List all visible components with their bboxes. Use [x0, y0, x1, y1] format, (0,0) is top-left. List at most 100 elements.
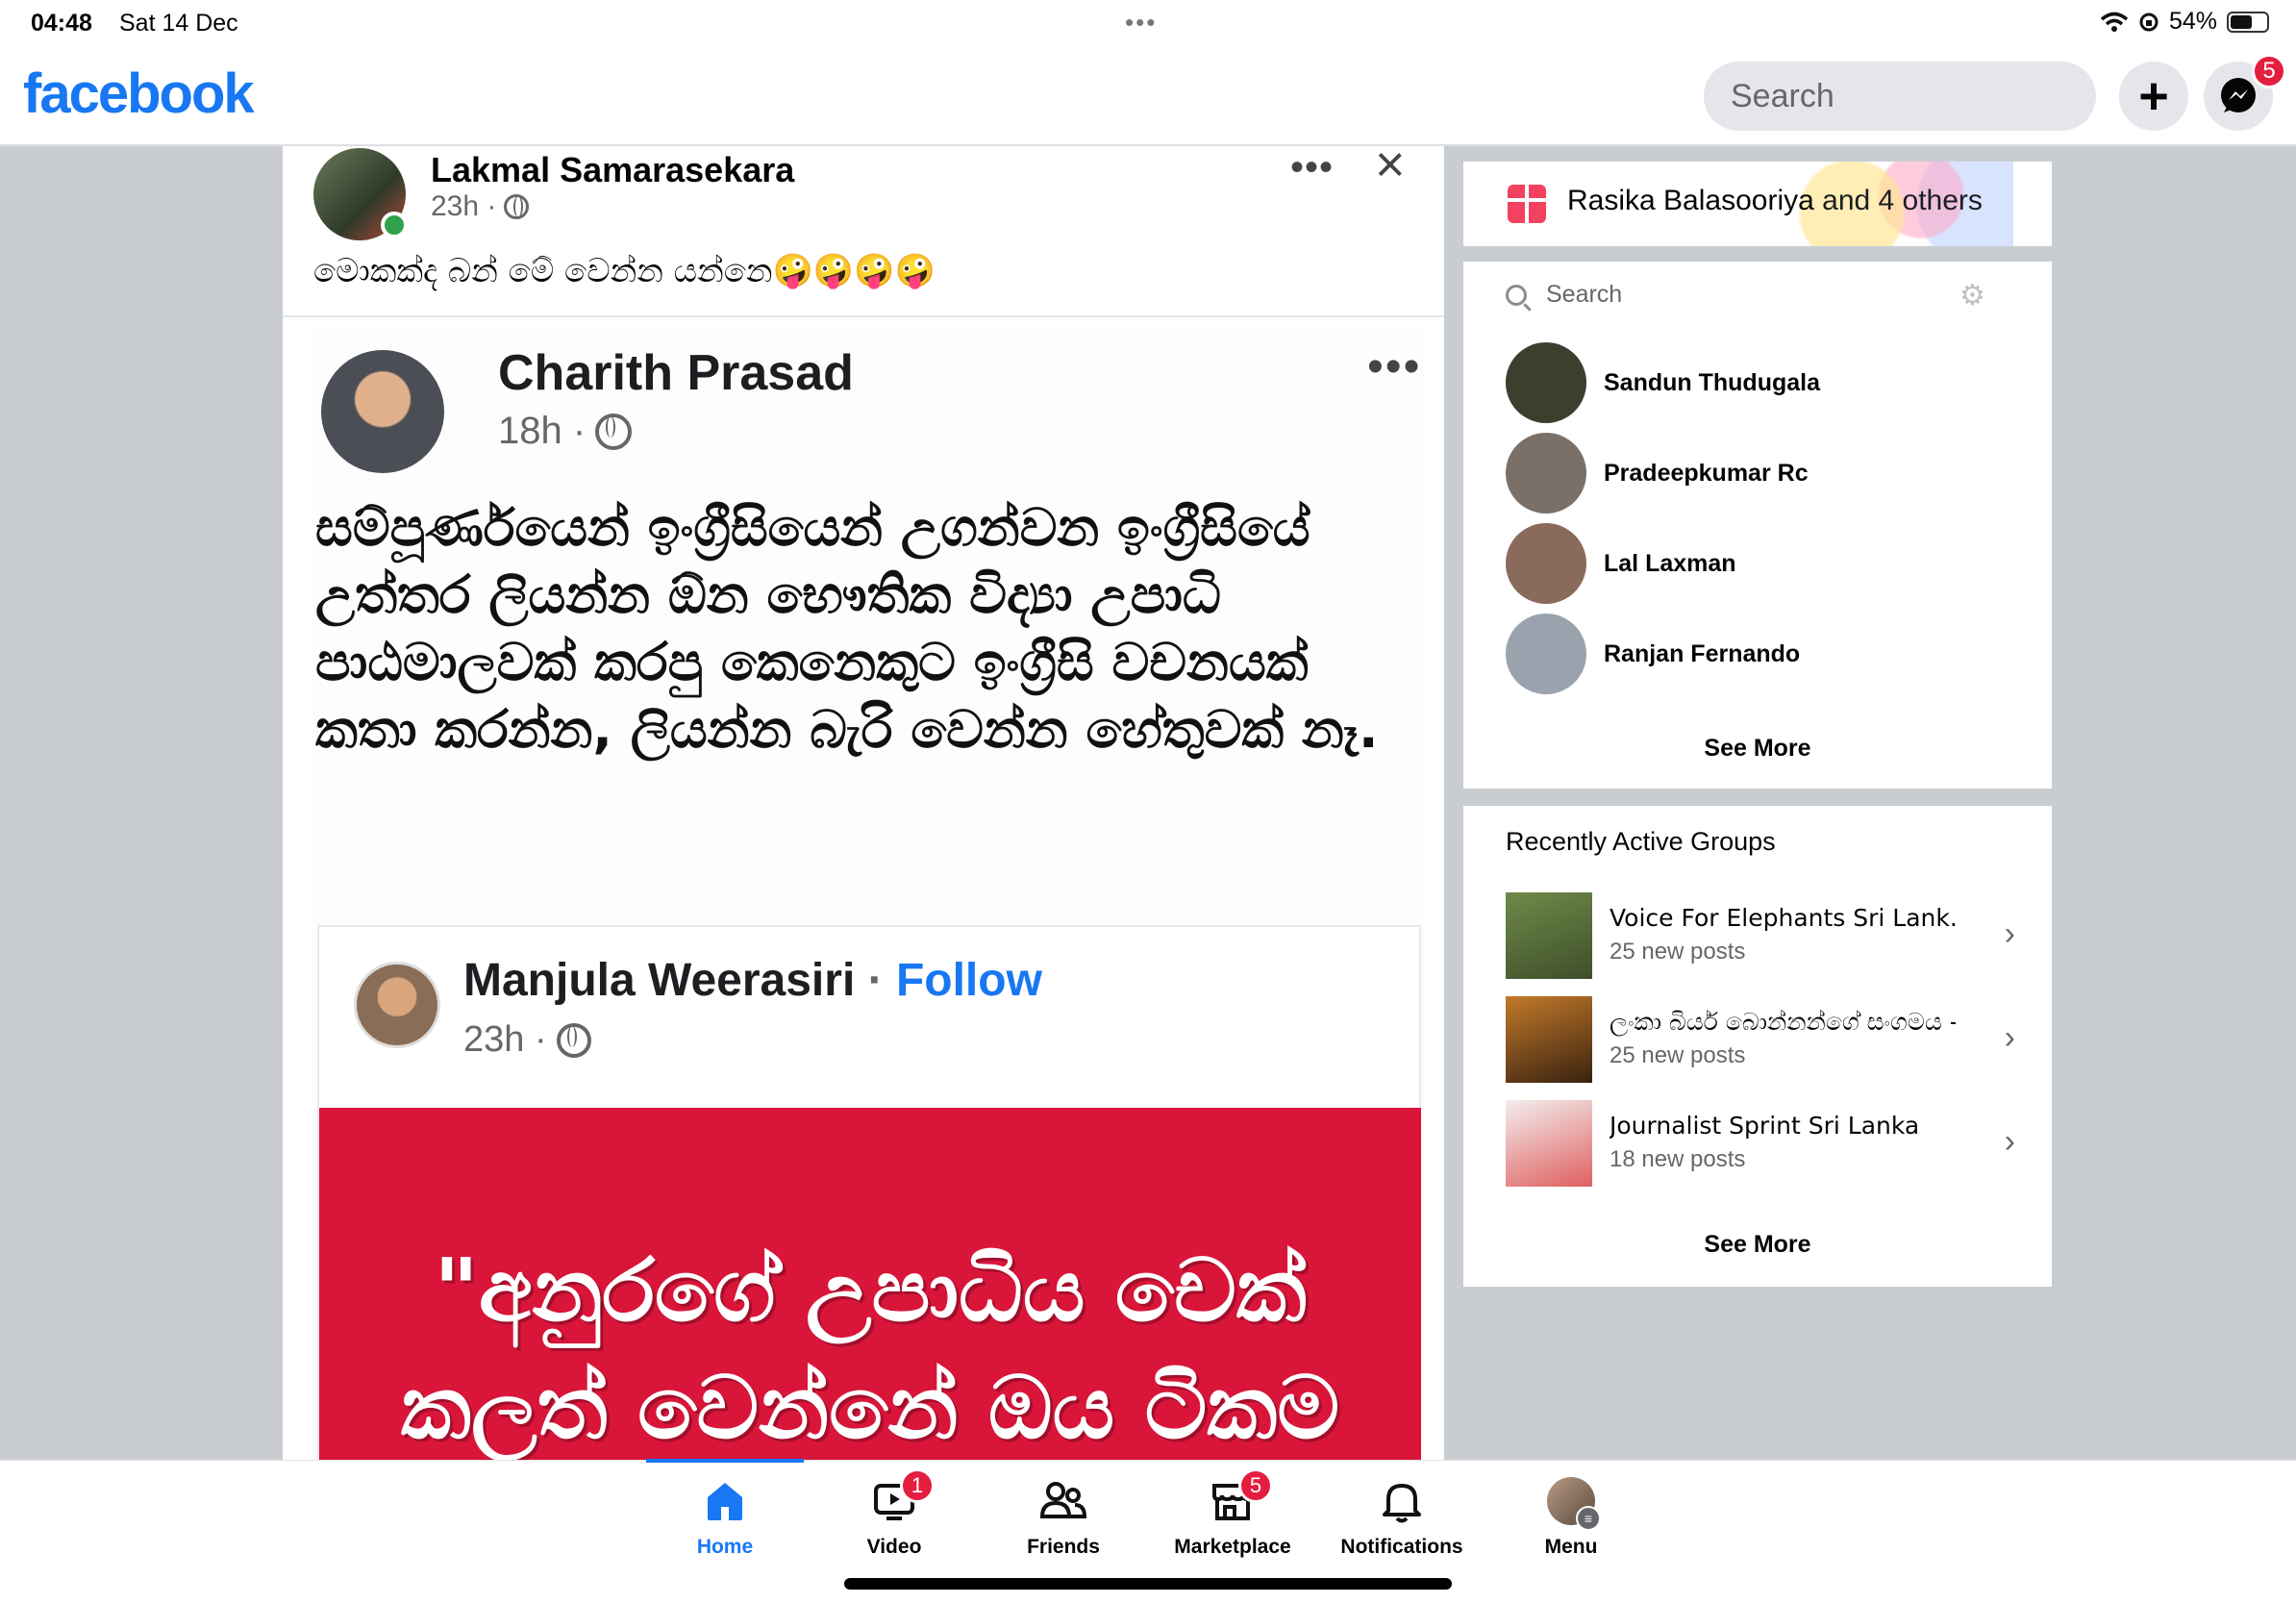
contacts-search-placeholder: Search — [1546, 281, 1623, 308]
contacts-panel: Search ⚙ Sandun Thudugala Pradeepkumar R… — [1463, 262, 2052, 789]
shared-time: 18h · — [498, 410, 586, 452]
follow-link: Follow — [895, 955, 1042, 1006]
groups-see-more-button[interactable]: See More — [1463, 1231, 2052, 1259]
group-thumbnail — [1506, 996, 1592, 1083]
chevron-right-icon: › — [2004, 1019, 2015, 1056]
group-thumbnail — [1506, 892, 1592, 979]
contacts-see-more-button[interactable]: See More — [1463, 735, 2052, 763]
contact-name: Ranjan Fernando — [1604, 639, 1801, 667]
chevron-right-icon: › — [2004, 915, 2015, 952]
quote-text: "අනුරගේ උපාධිය චෙක් කලත් වෙන්නේ ඔය ටිකම … — [400, 1241, 1340, 1459]
contacts-search[interactable]: Search — [1506, 281, 1622, 309]
tab-notifications[interactable]: Notifications — [1317, 1474, 1486, 1570]
status-time: 04:48 — [31, 10, 92, 37]
chevron-right-icon: › — [2004, 1123, 2015, 1160]
group-name: Voice For Elephants Sri Lank... — [1610, 904, 1956, 932]
gift-icon — [1508, 185, 1546, 223]
search-input[interactable] — [1731, 77, 2058, 115]
home-indicator[interactable] — [844, 1578, 1452, 1590]
globe-icon — [504, 194, 530, 219]
shared-more-icon: ••• — [1367, 341, 1422, 392]
tab-label: Video — [866, 1536, 922, 1558]
contact-item[interactable]: Lal Laxman — [1506, 523, 1736, 604]
search-bar[interactable] — [1704, 62, 2096, 131]
contact-avatar — [1506, 433, 1586, 514]
shared-meta: 18h · — [498, 410, 633, 453]
gear-icon[interactable]: ⚙ — [1959, 279, 1985, 313]
status-bar: 04:48 Sat 14 Dec ••• 54% — [0, 0, 2296, 48]
globe-icon — [556, 1022, 591, 1058]
tab-video[interactable]: 1 Video — [810, 1468, 979, 1570]
groups-title: Recently Active Groups — [1506, 827, 1776, 856]
post-time[interactable]: 23h · — [431, 190, 496, 223]
contact-avatar — [1506, 523, 1586, 604]
tab-marketplace[interactable]: 5 Marketplace — [1148, 1468, 1317, 1570]
tab-label: Marketplace — [1174, 1536, 1291, 1558]
tab-label: Notifications — [1340, 1536, 1463, 1558]
contact-avatar — [1506, 342, 1586, 423]
post-caption: මොකක්ද බන් මේ වෙන්න යන්නෙ🤪🤪🤪🤪 — [313, 252, 936, 290]
nested-meta: 23h · — [463, 1019, 591, 1061]
nested-author-line: Manjula Weerasiri · Follow — [463, 954, 1042, 1007]
group-new-posts: 25 new posts — [1610, 1042, 1746, 1068]
group-new-posts: 18 new posts — [1610, 1146, 1746, 1172]
status-date: Sat 14 Dec — [119, 10, 238, 37]
birthday-card[interactable]: Rasika Balasooriya and 4 others — [1463, 162, 2052, 246]
close-icon[interactable]: × — [1375, 146, 1406, 190]
active-tab-indicator — [646, 1459, 804, 1463]
groups-panel: Recently Active Groups Voice For Elephan… — [1463, 806, 2052, 1287]
shared-image[interactable]: Charith Prasad 18h · ••• සම්පූර්ණයෙන් ඉං… — [310, 331, 1425, 1460]
group-new-posts: 25 new posts — [1610, 939, 1746, 965]
nested-author: Manjula Weerasiri — [463, 955, 856, 1006]
tab-menu[interactable]: Menu — [1486, 1474, 1656, 1570]
online-indicator — [381, 212, 408, 238]
facebook-logo[interactable]: facebook — [23, 62, 255, 126]
quote-banner: "අනුරගේ උපාධිය චෙක් කලත් වෙන්නේ ඔය ටිකම … — [319, 1108, 1421, 1460]
contact-name: Pradeepkumar Rc — [1604, 459, 1809, 487]
tab-friends[interactable]: Friends — [979, 1474, 1148, 1570]
messenger-button[interactable]: 5 — [2204, 54, 2286, 131]
nested-author-avatar — [354, 962, 440, 1048]
group-name: Journalist Sprint Sri Lanka — [1610, 1112, 1920, 1140]
video-icon: 1 — [867, 1468, 935, 1528]
tab-label: Friends — [1027, 1536, 1100, 1558]
wifi-icon — [2100, 12, 2129, 32]
post-meta: 23h · — [431, 190, 530, 223]
battery-icon — [2227, 11, 2269, 33]
marketplace-badge: 5 — [1238, 1468, 1273, 1503]
home-icon — [698, 1474, 752, 1528]
nested-post: Manjula Weerasiri · Follow 23h · "අනුරගේ… — [317, 925, 1421, 1460]
nested-time: 23h · — [463, 1019, 547, 1060]
contact-item[interactable]: Ranjan Fernando — [1506, 614, 1800, 694]
tab-label: Menu — [1544, 1536, 1598, 1558]
contact-name: Lal Laxman — [1604, 549, 1736, 577]
post-author[interactable]: Lakmal Samarasekara — [431, 150, 794, 190]
video-badge: 1 — [900, 1468, 935, 1503]
group-item[interactable]: Journalist Sprint Sri Lanka 18 new posts… — [1506, 1100, 2015, 1187]
group-item[interactable]: ලංකා බියර් බොන්නන්ගේ සංගමය -... 25 new p… — [1506, 996, 2015, 1083]
profile-avatar — [1547, 1477, 1601, 1531]
shared-text: සම්පූර්ණයෙන් ඉංග්‍රීසියෙන් උගන්වන ඉංග්‍ර… — [315, 497, 1379, 760]
contact-item[interactable]: Pradeepkumar Rc — [1506, 433, 1809, 514]
divider — [283, 315, 1444, 317]
contact-item[interactable]: Sandun Thudugala — [1506, 342, 1820, 423]
shared-author: Charith Prasad — [498, 345, 854, 401]
separator: · — [855, 955, 896, 1006]
rotation-lock-icon — [2139, 13, 2159, 31]
battery-percent: 54% — [2168, 8, 2217, 35]
search-icon — [1506, 284, 1527, 306]
group-name: ලංකා බියර් බොන්නන්ගේ සංගමය -... — [1610, 1008, 1956, 1036]
contact-avatar — [1506, 614, 1586, 694]
create-button[interactable]: + — [2119, 62, 2188, 131]
tab-home[interactable]: Home — [640, 1474, 810, 1570]
globe-icon — [595, 413, 633, 450]
top-navigation: facebook + 5 — [0, 48, 2296, 146]
contact-name: Sandun Thudugala — [1604, 368, 1820, 396]
bell-icon — [1375, 1474, 1429, 1528]
bottom-tab-bar: Home 1 Video Friends 5 Marketplace Notif… — [0, 1459, 2296, 1604]
group-item[interactable]: Voice For Elephants Sri Lank... 25 new p… — [1506, 892, 2015, 979]
feed-post: Lakmal Samarasekara 23h · ••• × මොකක්ද බ… — [283, 146, 1444, 1460]
more-options-icon[interactable]: ••• — [1290, 146, 1334, 189]
multitask-dots-icon[interactable]: ••• — [1125, 8, 1157, 38]
birthday-rest: and 4 others — [1813, 185, 1983, 216]
